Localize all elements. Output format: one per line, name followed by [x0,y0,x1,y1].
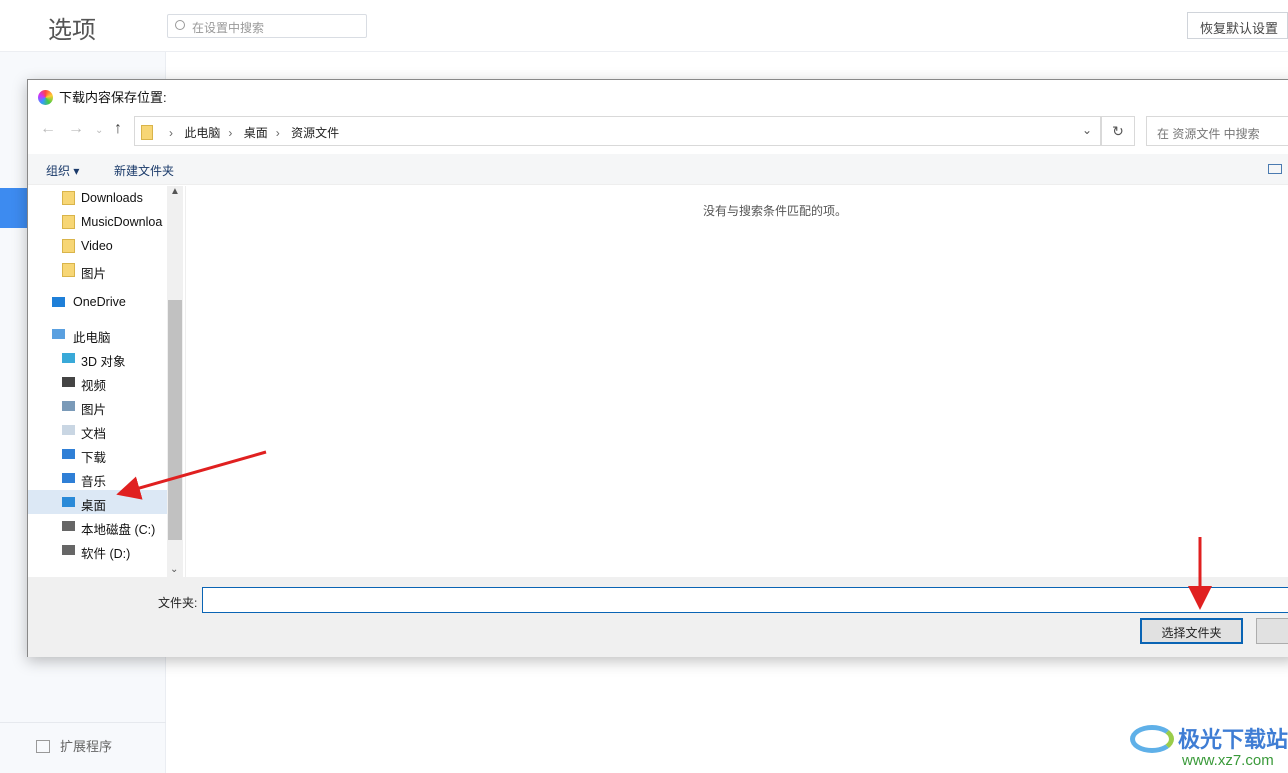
watermark-url: www.xz7.com [1182,752,1274,769]
watermark-name: 极光下载站 [1178,727,1288,752]
annotation-arrows [116,450,1212,610]
watermark-logo: 极光下载站 [1130,722,1288,754]
annotation-arrow [116,450,267,500]
watermark-logo-icon [1130,725,1174,753]
